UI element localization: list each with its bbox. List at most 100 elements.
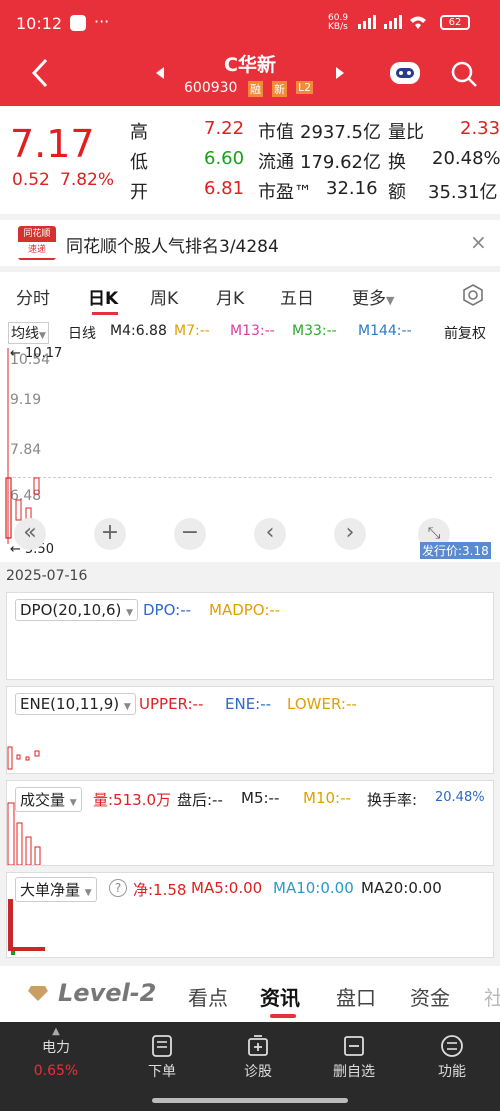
value-turnover: 20.48% xyxy=(432,148,500,169)
label-turnover: 换 xyxy=(388,152,406,173)
bigorder-ma20: MA20:0.00 xyxy=(361,879,442,897)
value-high: 7.22 xyxy=(204,118,245,139)
period-label: 日线 xyxy=(68,326,96,342)
order-label: 下单 xyxy=(148,1064,176,1080)
back-arrow-icon[interactable] xyxy=(30,58,50,88)
tab-community[interactable]: 社 xyxy=(484,982,500,1011)
tab-capital[interactable]: 资金 xyxy=(410,982,450,1011)
logo-top-text: 同花顺 xyxy=(23,229,51,239)
volume-value: 量:513.0万 xyxy=(93,791,171,809)
help-icon[interactable]: ? xyxy=(109,879,127,897)
zoom-out-far-button[interactable]: « xyxy=(14,518,46,550)
current-price: 7.17 xyxy=(10,122,95,166)
close-icon[interactable]: × xyxy=(470,230,487,254)
popularity-banner[interactable]: 同花顺 速递 同花顺个股人气排名3/4284 × xyxy=(0,220,500,266)
dpo-panel: DPO(20,10,6) ▼ DPO:-- MADPO:-- xyxy=(6,592,494,680)
active-tab-indicator xyxy=(270,1014,296,1018)
search-icon[interactable] xyxy=(450,60,478,88)
ma-select[interactable]: 均线▼ xyxy=(8,322,49,344)
chevron-down-icon: ▼ xyxy=(386,294,395,307)
tab-level2[interactable]: Level-2 xyxy=(58,979,156,1007)
order-icon xyxy=(152,1035,172,1057)
functions-button[interactable]: 功能 xyxy=(412,1034,492,1081)
value-pe: 32.16 xyxy=(326,178,378,199)
remove-watchlist-button[interactable]: 删自选 xyxy=(314,1034,394,1081)
chevron-down-icon: ▼ xyxy=(123,702,131,712)
order-button[interactable]: 下单 xyxy=(122,1034,202,1081)
badge-l2: L2 xyxy=(296,81,314,94)
label-volratio: 量比 xyxy=(388,122,424,143)
date-bar: 2025-07-16 xyxy=(0,562,500,592)
tab-orderbook[interactable]: 盘口 xyxy=(336,982,376,1011)
label-open: 开 xyxy=(130,182,148,203)
zoom-out-button[interactable]: − xyxy=(174,518,206,550)
diagnose-label: 诊股 xyxy=(244,1064,272,1080)
stock-name: C华新 xyxy=(224,54,276,76)
turnover-label: 换手率: xyxy=(367,791,418,809)
ene-select-label: ENE(10,11,9) xyxy=(20,695,120,713)
ene-panel: ENE(10,11,9) ▼ UPPER:-- ENE:-- LOWER:-- xyxy=(6,686,494,774)
value-amount: 35.31亿 xyxy=(428,182,498,203)
value-mktcap: 2937.5亿 xyxy=(300,122,381,143)
label-low: 低 xyxy=(130,152,148,173)
move-left-button[interactable]: ‹ xyxy=(254,518,286,550)
diagnose-button[interactable]: 诊股 xyxy=(218,1034,298,1081)
next-stock-icon[interactable] xyxy=(334,66,346,80)
home-indicator xyxy=(152,1098,348,1103)
battery-icon: 62 xyxy=(440,15,470,30)
badge-new: 新 xyxy=(272,81,287,97)
value-float: 179.62亿 xyxy=(300,152,381,173)
dpo-select[interactable]: DPO(20,10,6) ▼ xyxy=(15,599,139,621)
tab-more[interactable]: 更多▼ xyxy=(352,284,394,309)
tab-monthly-k[interactable]: 月K xyxy=(216,284,244,309)
chevron-down-icon: ▼ xyxy=(69,798,77,808)
zoom-in-button[interactable]: + xyxy=(94,518,126,550)
status-time: 10:12 xyxy=(16,14,63,33)
ths-logo: 同花顺 速递 xyxy=(18,226,56,260)
remove-watchlist-label: 删自选 xyxy=(333,1064,375,1080)
bigorder-ma10: MA10:0.00 xyxy=(273,879,354,897)
period-tabs: 分时 日K 周K 月K 五日 更多▼ xyxy=(0,272,500,318)
robot-assistant-icon[interactable] xyxy=(388,58,422,88)
net-value: 净:1.58 xyxy=(133,881,187,899)
diagnose-icon xyxy=(248,1035,268,1056)
tab-daily-k[interactable]: 日K xyxy=(88,284,118,309)
app-notification-icon xyxy=(70,15,86,31)
tab-more-label: 更多 xyxy=(352,289,386,309)
tab-five-day[interactable]: 五日 xyxy=(280,284,314,309)
madpo-value: MADPO:-- xyxy=(209,601,281,619)
volume-bars xyxy=(7,802,41,865)
move-right-button[interactable]: › xyxy=(334,518,366,550)
ma-select-label: 均线 xyxy=(11,326,39,342)
menu-icon xyxy=(441,1035,463,1057)
price-change-pct: 7.82% xyxy=(60,170,115,190)
functions-label: 功能 xyxy=(438,1064,466,1080)
value-volratio: 2.33 xyxy=(460,118,500,139)
ene-upper: UPPER:-- xyxy=(139,695,204,713)
label-float: 流通 xyxy=(258,152,294,173)
sector-power[interactable]: ▲ 电力 0.65% xyxy=(16,1026,96,1079)
tab-highlights[interactable]: 看点 xyxy=(188,982,228,1011)
adjust-label[interactable]: 前复权 xyxy=(444,323,486,343)
tab-timeshare[interactable]: 分时 xyxy=(16,284,50,309)
quote-panel: 7.17 0.52 7.82% 高 7.22 市值 2937.5亿 量比 2.3… xyxy=(0,106,500,214)
diamond-icon xyxy=(28,986,48,1001)
active-tab-indicator xyxy=(92,312,118,315)
chevron-down-icon: ▼ xyxy=(39,331,46,341)
prev-stock-icon[interactable] xyxy=(154,66,166,80)
current-date: 2025-07-16 xyxy=(6,568,88,584)
tab-weekly-k[interactable]: 周K xyxy=(150,284,178,309)
signal-wifi-icon xyxy=(358,15,426,29)
turnover-value: 20.48% xyxy=(435,790,485,805)
ma-m33: M33:-- xyxy=(292,323,337,339)
kline-chart[interactable]: 均线▼ 日线 M4:6.88 M7:-- M13:-- M33:-- M144:… xyxy=(0,318,500,562)
ma-m7: M7:-- xyxy=(174,323,210,339)
chevron-down-icon: ▼ xyxy=(126,608,134,618)
tab-news[interactable]: 资讯 xyxy=(260,982,300,1011)
issue-price-tag: 发行价:3.18 xyxy=(420,542,491,559)
volume-panel: 成交量 ▼ 量:513.0万 盘后:-- M5:-- M10:-- 换手率: 2… xyxy=(6,780,494,866)
settings-icon[interactable] xyxy=(462,284,484,306)
ene-select[interactable]: ENE(10,11,9) ▼ xyxy=(15,693,136,715)
remove-watchlist-icon xyxy=(344,1036,364,1056)
ene-lower: LOWER:-- xyxy=(287,695,357,713)
